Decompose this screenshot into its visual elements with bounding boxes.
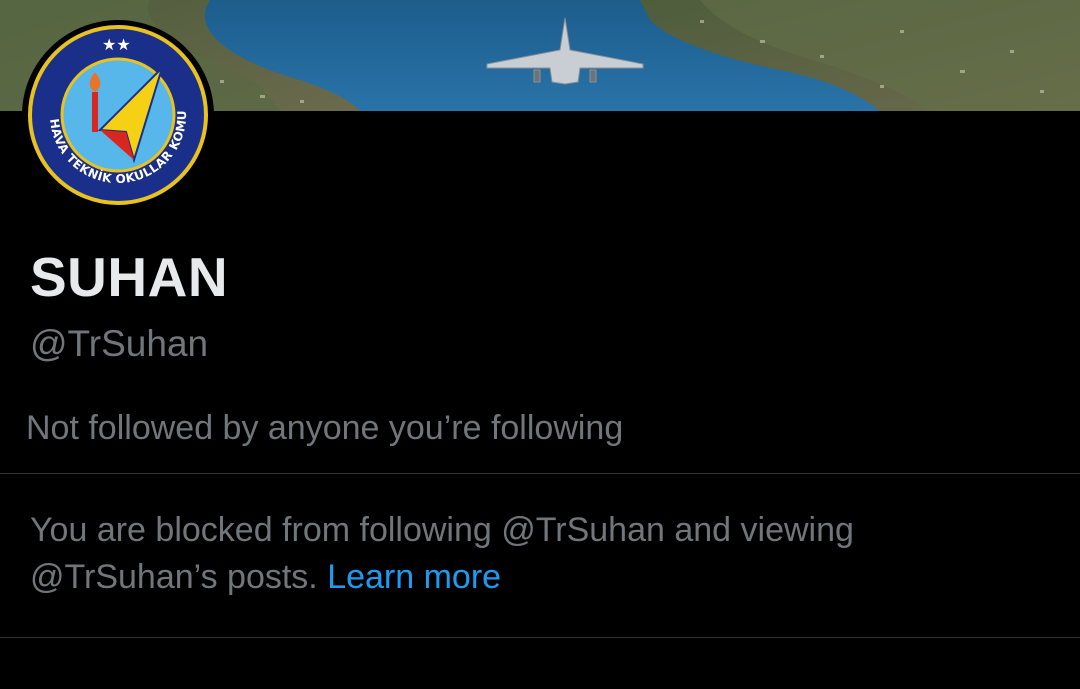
section-divider: [0, 473, 1080, 474]
followers-you-know-text: Not followed by anyone you’re following: [26, 409, 624, 447]
hava-teknik-okullar-emblem: ★★ HAVA TEKNİK OKULLAR KOMUTANLIĞI: [22, 20, 208, 205]
section-divider: [0, 637, 1080, 638]
learn-more-link[interactable]: Learn more: [327, 558, 501, 596]
blocked-notice: You are blocked from following @TrSuhan …: [30, 507, 1050, 601]
svg-text:★★: ★★: [102, 35, 131, 54]
profile-display-name: SUHAN: [30, 246, 229, 308]
profile-handle: @TrSuhan: [30, 323, 209, 364]
avatar[interactable]: ★★ HAVA TEKNİK OKULLAR KOMUTANLIĞI: [22, 20, 214, 210]
